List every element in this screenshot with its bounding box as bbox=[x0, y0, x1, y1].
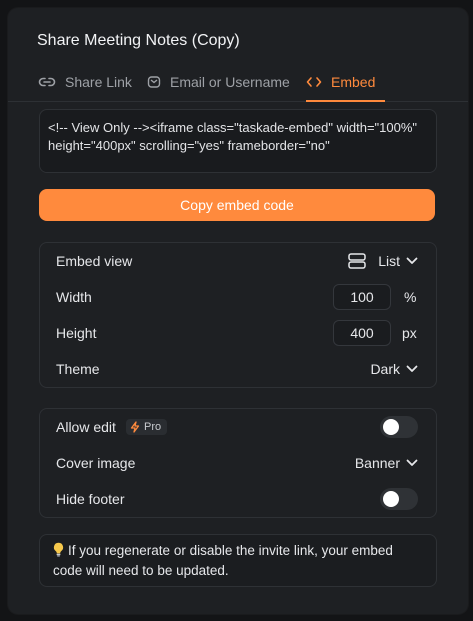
hide-footer-toggle[interactable] bbox=[380, 488, 418, 510]
height-label: Height bbox=[56, 325, 97, 341]
width-unit: % bbox=[404, 289, 417, 305]
lightning-icon bbox=[130, 421, 140, 433]
theme-select[interactable]: Dark bbox=[370, 361, 418, 377]
tab-email-label: Email or Username bbox=[170, 73, 290, 90]
code-icon bbox=[306, 76, 322, 88]
info-note: If you regenerate or disable the invite … bbox=[39, 534, 437, 587]
width-label: Width bbox=[56, 289, 92, 305]
info-text-wrap: If you regenerate or disable the invite … bbox=[53, 542, 424, 580]
lightbulb-icon bbox=[53, 542, 64, 562]
toggle-knob bbox=[383, 419, 399, 435]
pro-badge: Pro bbox=[126, 419, 168, 435]
theme-label: Theme bbox=[56, 361, 100, 377]
tab-embed-label: Embed bbox=[331, 73, 376, 90]
tab-bar: Share Link Email or Username Embed bbox=[8, 62, 468, 102]
copy-embed-code-button[interactable]: Copy embed code bbox=[39, 189, 435, 221]
share-dialog: Share Meeting Notes (Copy) Share Link Em… bbox=[8, 8, 468, 614]
width-row: Width % bbox=[40, 279, 436, 315]
embed-view-select[interactable]: List bbox=[348, 253, 418, 269]
tab-share-link-label: Share Link bbox=[65, 73, 132, 90]
embed-options-panel: Allow edit Pro Cover image Banner Hide f… bbox=[39, 408, 437, 518]
height-row: Height px bbox=[40, 315, 436, 351]
allow-edit-label: Allow edit bbox=[56, 419, 116, 435]
height-unit: px bbox=[402, 325, 417, 341]
allow-edit-row: Allow edit Pro bbox=[40, 409, 436, 445]
link-icon bbox=[38, 76, 56, 88]
cover-image-select[interactable]: Banner bbox=[355, 455, 418, 471]
pro-badge-label: Pro bbox=[144, 421, 162, 433]
allow-edit-toggle[interactable] bbox=[380, 416, 418, 438]
dialog-title: Share Meeting Notes (Copy) bbox=[37, 32, 240, 49]
embed-code-box[interactable]: <!-- View Only --><iframe class="taskade… bbox=[39, 109, 437, 173]
tab-email-or-username[interactable]: Email or Username bbox=[147, 62, 290, 101]
embed-view-value: List bbox=[378, 253, 400, 269]
height-input[interactable] bbox=[333, 320, 391, 346]
tab-share-link[interactable]: Share Link bbox=[38, 62, 132, 101]
list-view-icon bbox=[348, 253, 366, 269]
email-icon bbox=[147, 75, 161, 89]
embed-settings-panel: Embed view List Width % Height px bbox=[39, 242, 437, 388]
cover-image-value: Banner bbox=[354, 455, 400, 471]
embed-code-text[interactable]: <!-- View Only --><iframe class="taskade… bbox=[40, 110, 436, 155]
embed-view-label: Embed view bbox=[56, 253, 133, 269]
chevron-down-icon bbox=[406, 365, 418, 373]
hide-footer-row: Hide footer bbox=[40, 481, 436, 517]
chevron-down-icon bbox=[406, 459, 418, 467]
width-input[interactable] bbox=[333, 284, 391, 310]
tab-embed[interactable]: Embed bbox=[306, 62, 386, 102]
theme-row: Theme Dark bbox=[40, 351, 436, 387]
theme-value: Dark bbox=[370, 361, 400, 377]
chevron-down-icon bbox=[406, 257, 418, 265]
info-message: If you regenerate or disable the invite … bbox=[53, 543, 393, 578]
hide-footer-label: Hide footer bbox=[56, 491, 125, 507]
cover-image-label: Cover image bbox=[56, 455, 136, 471]
cover-image-row: Cover image Banner bbox=[40, 445, 436, 481]
toggle-knob bbox=[383, 491, 399, 507]
embed-view-row: Embed view List bbox=[40, 243, 436, 279]
